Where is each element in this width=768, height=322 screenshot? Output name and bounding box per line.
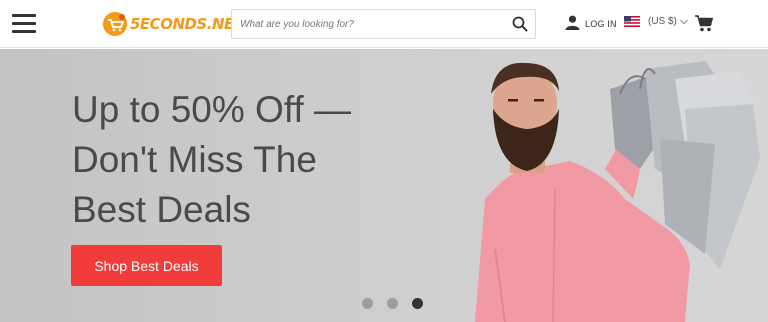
search-icon[interactable] [512,16,528,32]
carousel-dot-2[interactable] [387,298,398,309]
carousel-dot-3[interactable] [412,298,423,309]
login-link[interactable]: LOG IN [565,15,617,30]
hero-model-image [475,61,760,322]
chevron-down-icon [680,19,688,25]
us-flag-icon [624,16,640,27]
cart-icon[interactable] [695,15,713,32]
site-logo[interactable]: 5ECONDS.NET [102,10,244,38]
user-icon [565,15,580,30]
hamburger-menu-icon[interactable] [12,12,36,34]
hero-title: Up to 50% Off — Don't Miss The Best Deal… [72,89,351,230]
shop-best-deals-button[interactable]: Shop Best Deals [71,245,222,286]
site-header: 5ECONDS.NET LOG IN (US $) [0,0,768,48]
logo-cart-icon [103,12,127,36]
carousel-dot-1[interactable] [362,298,373,309]
carousel-dots [362,298,423,309]
login-label: LOG IN [585,19,617,29]
logo-text: 5ECONDS.NET [130,15,244,33]
search-bar [231,9,536,39]
currency-selector[interactable]: (US $) [624,16,688,27]
currency-label: (US $) [648,16,677,27]
search-input[interactable] [240,10,510,38]
hero-banner: Up to 50% Off — Don't Miss The Best Deal… [0,49,768,322]
